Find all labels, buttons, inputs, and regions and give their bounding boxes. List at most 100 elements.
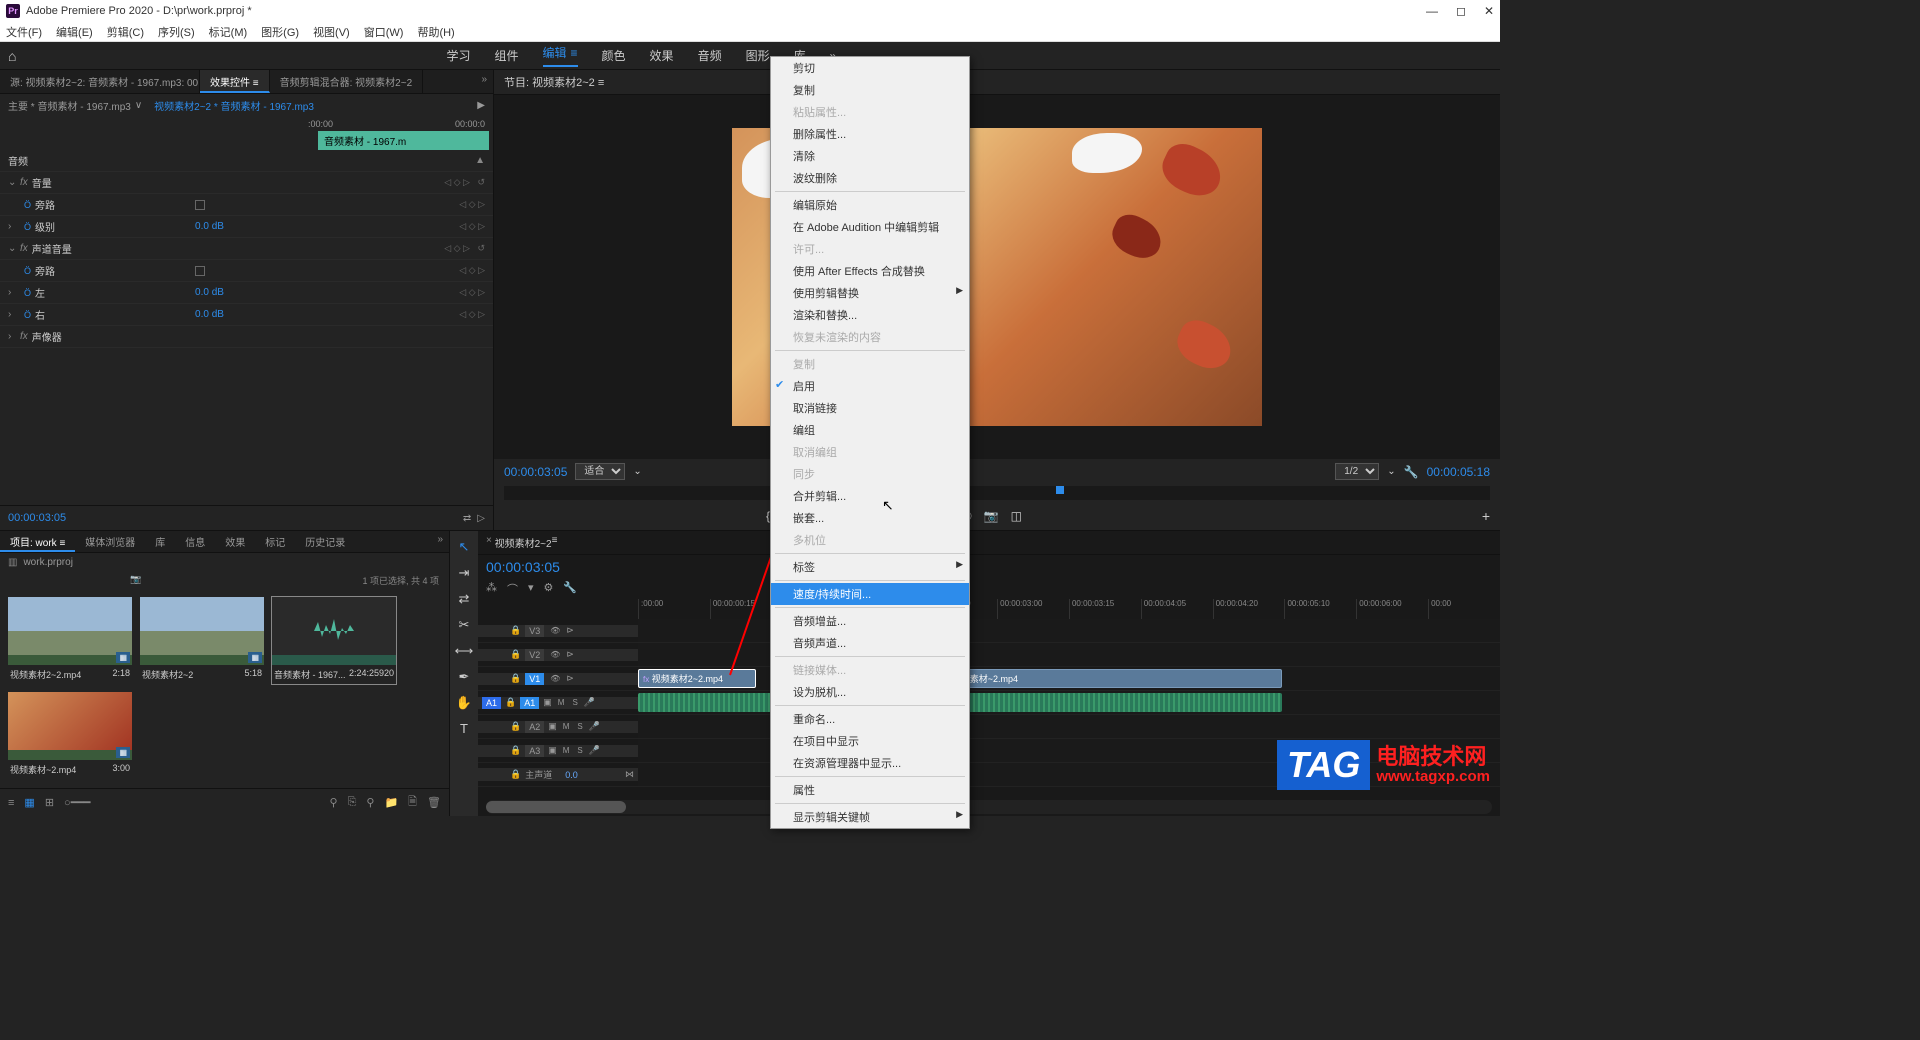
menu-ungroup[interactable]: 取消编组 xyxy=(771,441,969,463)
close-icon[interactable]: ✕ xyxy=(1484,4,1494,18)
timeline-scrollbar[interactable] xyxy=(486,800,1492,814)
pen-tool-icon[interactable]: ✒ xyxy=(459,669,470,685)
workspace-graphics[interactable]: 图形 xyxy=(746,44,770,67)
effect-timecode[interactable]: 00:00:03:05 xyxy=(0,506,74,530)
timeline-timecode[interactable]: 00:00:03:05 xyxy=(478,555,638,579)
menu-reveal-explorer[interactable]: 在资源管理器中显示... xyxy=(771,752,969,774)
snap-icon[interactable]: ⁂ xyxy=(486,581,497,597)
menu-clip[interactable]: 剪辑(C) xyxy=(107,24,144,40)
menu-remove-attributes[interactable]: 删除属性... xyxy=(771,123,969,145)
workspace-effects[interactable]: 效果 xyxy=(650,44,674,67)
menu-ripple-delete[interactable]: 波纹删除 xyxy=(771,167,969,189)
effect-panner[interactable]: ›fx声像器 xyxy=(0,326,493,348)
effect-audio-clip[interactable]: 音频素材 - 1967.m xyxy=(318,131,489,150)
menu-merge[interactable]: 合并剪辑... xyxy=(771,485,969,507)
menu-link-media[interactable]: 链接媒体... xyxy=(771,659,969,681)
resolution-select[interactable]: 1/2 xyxy=(1335,463,1379,480)
timeline-ruler[interactable]: :00:00 00:00:00:15 00:00:01:05 00:00:01:… xyxy=(478,599,1500,619)
menu-group[interactable]: 编组 xyxy=(771,419,969,441)
marker-span-icon[interactable]: ▾ xyxy=(528,581,534,597)
workspace-assembly[interactable]: 组件 xyxy=(494,44,518,67)
menu-license[interactable]: 许可... xyxy=(771,238,969,260)
menu-render-replace[interactable]: 渲染和替换... xyxy=(771,304,969,326)
automate-icon[interactable]: ⎘ xyxy=(348,796,357,809)
workspace-editing[interactable]: 编辑 ≡ xyxy=(543,44,578,67)
panel-overflow-icon[interactable]: » xyxy=(431,531,449,552)
trash-icon[interactable]: 🗑 xyxy=(427,796,441,809)
menu-speed-duration[interactable]: 速度/持续时间... xyxy=(771,583,969,605)
video-clip[interactable]: fx 视频素材2~2.mp4 xyxy=(638,669,756,688)
tab-libraries[interactable]: 库 xyxy=(145,531,175,552)
effect-link[interactable]: 视频素材2~2 * 音频素材 - 1967.mp3 xyxy=(154,98,314,113)
minimize-icon[interactable]: — xyxy=(1426,4,1438,18)
menu-clear[interactable]: 清除 xyxy=(771,145,969,167)
thumb-item[interactable]: 音频素材 - 1967...2:24:25920 xyxy=(272,597,396,684)
tab-project[interactable]: 项目: work ≡ xyxy=(0,531,75,552)
program-scrubber[interactable] xyxy=(504,486,1490,500)
new-item-icon[interactable]: 🗎 xyxy=(408,793,417,812)
compare-icon[interactable]: ◫ xyxy=(1011,509,1022,523)
menu-label[interactable]: 标签▶ xyxy=(771,556,969,578)
selection-tool-icon[interactable]: ↖ xyxy=(459,539,470,555)
menu-paste-attributes[interactable]: 粘贴属性... xyxy=(771,101,969,123)
menu-view[interactable]: 视图(V) xyxy=(313,24,350,40)
panel-overflow-icon[interactable]: » xyxy=(475,70,493,93)
effect-icon-1[interactable]: ⇄ xyxy=(463,513,471,524)
tab-media-browser[interactable]: 媒体浏览器 xyxy=(75,531,145,552)
video-clip[interactable]: fx 视频素材~2.mp4 xyxy=(938,669,1282,688)
wrench-icon[interactable]: 🔧 xyxy=(563,581,577,597)
effect-channel-volume[interactable]: ⌄fx声道音量 ◁ ◇ ▷ ↺ xyxy=(0,238,493,260)
menu-copy[interactable]: 复制 xyxy=(771,79,969,101)
menu-rename[interactable]: 重命名... xyxy=(771,708,969,730)
button-editor-icon[interactable]: + xyxy=(1482,508,1490,524)
tab-effects[interactable]: 效果 xyxy=(215,531,255,552)
effect-icon-2[interactable]: ▷ xyxy=(477,513,485,524)
freeform-view-icon[interactable]: ⊞ xyxy=(45,796,54,809)
effect-right[interactable]: ›Ö右 0.0 dB ◁ ◇ ▷ xyxy=(0,304,493,326)
bin-icon[interactable]: ▥ xyxy=(8,557,17,568)
tab-history[interactable]: 历史记录 xyxy=(295,531,355,552)
menu-offline[interactable]: 设为脱机... xyxy=(771,681,969,703)
new-bin-icon[interactable]: 📁 xyxy=(384,796,398,809)
tab-info[interactable]: 信息 xyxy=(175,531,215,552)
menubar[interactable]: 文件(F) 编辑(E) 剪辑(C) 序列(S) 标记(M) 图形(G) 视图(V… xyxy=(0,22,1500,42)
bypass-checkbox[interactable] xyxy=(195,200,205,210)
menu-help[interactable]: 帮助(H) xyxy=(417,24,454,40)
export-frame-icon[interactable]: 📷 xyxy=(984,509,999,523)
fit-select[interactable]: 适合 xyxy=(575,463,625,480)
menu-edit-audition[interactable]: 在 Adobe Audition 中编辑剪辑 xyxy=(771,216,969,238)
icon-view-icon[interactable]: ▦ xyxy=(24,796,34,809)
menu-reveal-project[interactable]: 在项目中显示 xyxy=(771,730,969,752)
sequence-name[interactable]: 视频素材2~2 xyxy=(495,535,552,550)
ripple-tool-icon[interactable]: ⇄ xyxy=(459,591,470,607)
program-monitor[interactable] xyxy=(494,95,1500,459)
menu-restore-unrendered[interactable]: 恢复未渲染的内容 xyxy=(771,326,969,348)
menu-sync[interactable]: 同步 xyxy=(771,463,969,485)
maximize-icon[interactable]: ◻ xyxy=(1456,4,1466,18)
menu-window[interactable]: 窗口(W) xyxy=(364,24,404,40)
razor-tool-icon[interactable]: ✂ xyxy=(459,617,470,633)
clip-context-menu[interactable]: 剪切 复制 粘贴属性... 删除属性... 清除 波纹删除 编辑原始 在 Ado… xyxy=(770,56,970,829)
workspace-color[interactable]: 颜色 xyxy=(602,44,626,67)
workspace-learn[interactable]: 学习 xyxy=(446,44,470,67)
effect-level[interactable]: ›Ö级别 0.0 dB ◁ ◇ ▷ xyxy=(0,216,493,238)
zoom-slider[interactable]: ○━━━ xyxy=(64,796,91,809)
tab-effect-controls[interactable]: 效果控件 ≡ xyxy=(200,70,270,93)
thumb-item[interactable]: ▦ 视频素材2~25:18 xyxy=(140,597,264,684)
tab-source[interactable]: 源: 视频素材2~2: 音频素材 - 1967.mp3: 00:00:00:00 xyxy=(0,70,200,93)
effect-bypass[interactable]: Ö旁路 ◁ ◇ ▷ xyxy=(0,194,493,216)
effect-volume[interactable]: ⌄fx音量 ◁ ◇ ▷ ↺ xyxy=(0,172,493,194)
link-icon[interactable]: ⌒ xyxy=(507,581,518,597)
list-view-icon[interactable]: ≡ xyxy=(8,797,14,809)
tab-markers[interactable]: 标记 xyxy=(255,531,295,552)
play-only-icon[interactable]: ▶ xyxy=(477,100,485,111)
menu-edit[interactable]: 编辑(E) xyxy=(56,24,93,40)
program-timecode[interactable]: 00:00:03:05 xyxy=(504,465,567,479)
workspace-audio[interactable]: 音频 xyxy=(698,44,722,67)
bypass-checkbox-2[interactable] xyxy=(195,266,205,276)
type-tool-icon[interactable]: T xyxy=(460,721,468,736)
menu-marker[interactable]: 标记(M) xyxy=(209,24,248,40)
menu-unlink[interactable]: 取消链接 xyxy=(771,397,969,419)
menu-clip-replace[interactable]: 使用剪辑替换▶ xyxy=(771,282,969,304)
menu-file[interactable]: 文件(F) xyxy=(6,24,42,40)
